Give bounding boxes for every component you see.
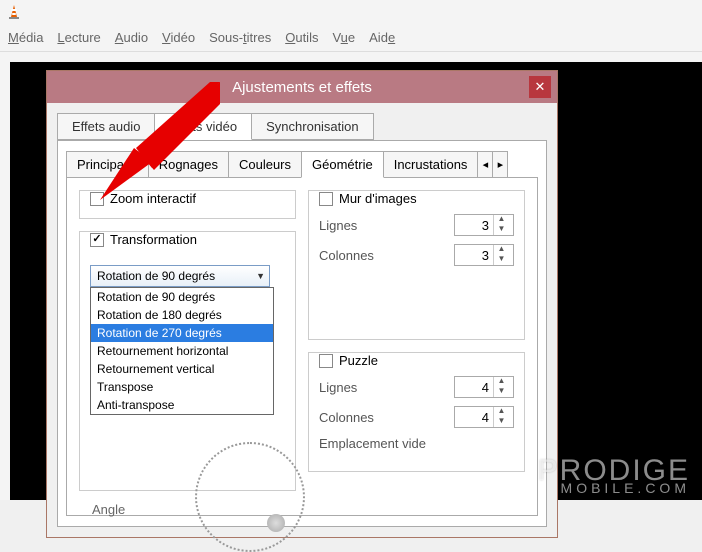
- effects-dialog: Ajustements et effets ✕ Effets audio Eff…: [46, 70, 558, 538]
- option-flipv[interactable]: Retournement vertical: [91, 360, 273, 378]
- tab-synchronisation[interactable]: Synchronisation: [251, 113, 374, 140]
- zoom-checkbox[interactable]: [90, 192, 104, 206]
- tab-scroll-right[interactable]: ▸: [492, 151, 508, 178]
- spin-down-icon[interactable]: ▼: [494, 225, 509, 235]
- wall-group: Mur d'images Lignes ▲▼ Colonnes: [308, 190, 525, 340]
- transform-label: Transformation: [110, 232, 197, 247]
- puzzle-group: Puzzle Lignes ▲▼ Colonnes: [308, 352, 525, 472]
- combo-value: Rotation de 90 degrés: [97, 269, 215, 283]
- option-rot180[interactable]: Rotation de 180 degrés: [91, 306, 273, 324]
- puzzle-rows-spinner[interactable]: ▲▼: [454, 376, 514, 398]
- transform-combobox[interactable]: Rotation de 90 degrés ▼ Rotation de 90 d…: [90, 265, 270, 287]
- puzzle-cols-spinner[interactable]: ▲▼: [454, 406, 514, 428]
- subtab-rognages[interactable]: Rognages: [148, 151, 229, 178]
- wall-checkbox[interactable]: [319, 192, 333, 206]
- transform-dropdown: Rotation de 90 degrés Rotation de 180 de…: [90, 287, 274, 415]
- rows-spinner[interactable]: ▲▼: [454, 214, 514, 236]
- menu-soustitres[interactable]: Sous-titres: [209, 30, 271, 45]
- angle-label: Angle: [92, 502, 125, 517]
- puzzle-cols-label: Colonnes: [319, 410, 374, 425]
- close-button[interactable]: ✕: [529, 76, 551, 98]
- puzzle-label: Puzzle: [339, 353, 378, 368]
- menu-outils[interactable]: Outils: [285, 30, 318, 45]
- wall-label: Mur d'images: [339, 191, 417, 206]
- menu-audio[interactable]: Audio: [115, 30, 148, 45]
- app-menubar[interactable]: Média Lecture Audio Vidéo Sous-titres Ou…: [0, 24, 702, 52]
- transform-checkbox[interactable]: [90, 233, 104, 247]
- empty-slot-label: Emplacement vide: [319, 436, 426, 451]
- rows-input[interactable]: [455, 218, 493, 233]
- main-tabs: Effets audio Effets vidéo Synchronisatio…: [57, 113, 547, 140]
- subtab-couleurs[interactable]: Couleurs: [228, 151, 302, 178]
- subtab-principaux[interactable]: Principaux: [66, 151, 149, 178]
- spin-down-icon[interactable]: ▼: [494, 387, 509, 397]
- transform-group: Transformation Rotation de 90 degrés ▼ R…: [79, 231, 296, 491]
- menu-video[interactable]: Vidéo: [162, 30, 195, 45]
- puzzle-rows-label: Lignes: [319, 380, 357, 395]
- cols-input[interactable]: [455, 248, 493, 263]
- chevron-down-icon: ▼: [256, 271, 265, 281]
- cols-spinner[interactable]: ▲▼: [454, 244, 514, 266]
- menu-vue[interactable]: Vue: [332, 30, 355, 45]
- subtab-geometrie[interactable]: Géométrie: [301, 151, 384, 178]
- zoom-group: Zoom interactif: [79, 190, 296, 219]
- tab-effets-video[interactable]: Effets vidéo: [154, 113, 252, 140]
- app-titlebar: [0, 0, 702, 24]
- option-antitranspose[interactable]: Anti-transpose: [91, 396, 273, 414]
- spin-down-icon[interactable]: ▼: [494, 255, 509, 265]
- spin-down-icon[interactable]: ▼: [494, 417, 509, 427]
- option-transpose[interactable]: Transpose: [91, 378, 273, 396]
- rows-label: Lignes: [319, 218, 357, 233]
- puzzle-cols-input[interactable]: [455, 410, 493, 425]
- subtab-incrustations[interactable]: Incrustations: [383, 151, 479, 178]
- menu-aide[interactable]: Aide: [369, 30, 395, 45]
- angle-dial[interactable]: [195, 442, 305, 552]
- option-fliph[interactable]: Retournement horizontal: [91, 342, 273, 360]
- puzzle-rows-input[interactable]: [455, 380, 493, 395]
- tab-scroll-left[interactable]: ◂: [477, 151, 493, 178]
- puzzle-checkbox[interactable]: [319, 354, 333, 368]
- option-rot90[interactable]: Rotation de 90 degrés: [91, 288, 273, 306]
- zoom-label: Zoom interactif: [110, 191, 196, 206]
- cols-label: Colonnes: [319, 248, 374, 263]
- tab-effets-audio[interactable]: Effets audio: [57, 113, 155, 140]
- option-rot270[interactable]: Rotation de 270 degrés: [91, 324, 273, 342]
- dialog-title: Ajustements et effets ✕: [47, 71, 557, 103]
- dialog-title-text: Ajustements et effets: [232, 79, 372, 96]
- sub-tabs: Principaux Rognages Couleurs Géométrie I…: [66, 151, 538, 178]
- vlc-icon: [6, 4, 22, 20]
- menu-lecture[interactable]: Lecture: [57, 30, 100, 45]
- menu-media[interactable]: Média: [8, 30, 43, 45]
